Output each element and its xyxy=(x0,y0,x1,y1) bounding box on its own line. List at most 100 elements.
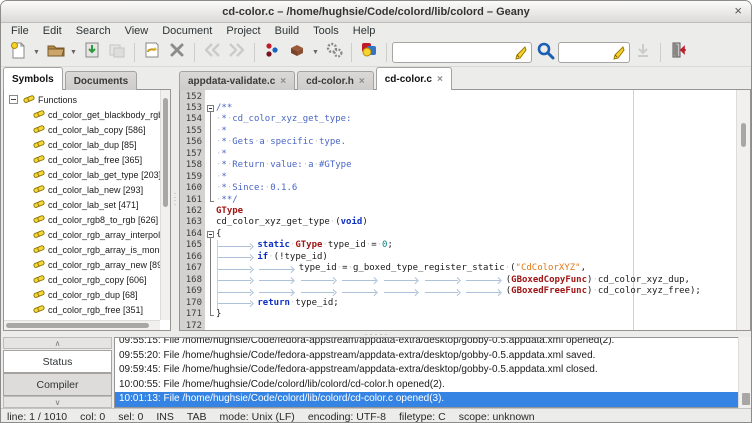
fold-collapse-box[interactable] xyxy=(207,105,214,112)
goto-line-button[interactable] xyxy=(631,41,655,65)
code-line[interactable]: ·*·Gets·a·specific·type. xyxy=(216,137,346,148)
tree-row-symbol[interactable]: cd_color_lab_free [365] xyxy=(4,152,161,167)
message-row[interactable]: 09:55:20: File /home/hughsie/Code/fedora… xyxy=(115,349,738,364)
message-tabs-down-button[interactable]: ∨ xyxy=(3,396,112,408)
fold-marker[interactable] xyxy=(205,103,216,114)
tree-row-symbol[interactable]: cd_color_lab_dup [85] xyxy=(4,137,161,152)
clear-quill-icon[interactable] xyxy=(612,46,626,60)
menu-view[interactable]: View xyxy=(118,23,156,39)
fold-collapse-box[interactable] xyxy=(207,231,214,238)
tree-row-symbol[interactable]: cd_color_lab_get_type [203] xyxy=(4,167,161,182)
code-line[interactable]: static·GType·type_id·=·0; xyxy=(216,240,393,251)
sidebar-hscrollbar-thumb[interactable] xyxy=(6,323,149,328)
nav-back-button[interactable] xyxy=(200,41,224,65)
close-tab-button[interactable] xyxy=(165,41,189,65)
code-line[interactable]: (GBoxedCopyFunc)·cd_color_xyz_dup, xyxy=(216,275,690,286)
symbols-tree[interactable]: Functionscd_color_get_blackbody_rgb [997… xyxy=(4,90,161,320)
code-line[interactable]: cd_color_xyz_get_type·(void) xyxy=(216,217,368,228)
search-input-field[interactable] xyxy=(396,44,512,61)
code-line[interactable]: ·* xyxy=(216,126,227,137)
new-file-dropdown[interactable]: ▼ xyxy=(31,41,42,65)
tree-row-symbol[interactable]: cd_color_lab_new [293] xyxy=(4,182,161,197)
tab-close-icon[interactable]: × xyxy=(280,76,286,87)
code-area[interactable]: /**·*·cd_color_xyz_get_type:·*·*·Gets·a·… xyxy=(216,90,736,330)
tree-row-symbol[interactable]: cd_color_rgb_array_interpolate [9 xyxy=(4,227,161,242)
menu-help[interactable]: Help xyxy=(346,23,383,39)
menu-file[interactable]: File xyxy=(4,23,36,39)
tab-symbols[interactable]: Symbols xyxy=(3,67,63,90)
code-line[interactable]: return·type_id; xyxy=(216,298,339,309)
code-line[interactable]: ·*·cd_color_xyz_get_type: xyxy=(216,114,351,125)
execute-button[interactable] xyxy=(322,41,346,65)
message-row[interactable]: 09:59:45: File /home/hughsie/Code/fedora… xyxy=(115,363,738,378)
clear-quill-icon[interactable] xyxy=(514,46,528,60)
tab-close-icon[interactable]: × xyxy=(437,74,443,85)
menu-edit[interactable]: Edit xyxy=(36,23,69,39)
save-all-button[interactable] xyxy=(105,41,129,65)
save-button[interactable] xyxy=(80,41,104,65)
tree-row-functions[interactable]: Functions xyxy=(4,92,161,107)
menu-search[interactable]: Search xyxy=(69,23,118,39)
sidebar-splitter[interactable]: ···· xyxy=(171,67,179,331)
code-line[interactable]: (GBoxedFreeFunc)·cd_color_xyz_free); xyxy=(216,286,701,297)
revert-button[interactable] xyxy=(140,41,164,65)
tree-row-symbol[interactable]: cd_color_rgb_array_new [896] xyxy=(4,257,161,272)
message-tab-status[interactable]: Status xyxy=(3,350,112,373)
code-line[interactable]: GType xyxy=(216,206,243,217)
code-line[interactable]: /** xyxy=(216,103,232,114)
tree-row-symbol[interactable]: cd_color_rgb_copy [606] xyxy=(4,272,161,287)
menu-tools[interactable]: Tools xyxy=(306,23,346,39)
fold-marker[interactable] xyxy=(205,229,216,240)
nav-forward-button[interactable] xyxy=(225,41,249,65)
expander-icon[interactable] xyxy=(9,95,18,104)
color-chooser-button[interactable] xyxy=(357,41,381,65)
tree-row-symbol[interactable]: cd_color_rgb8_to_rgb [626] xyxy=(4,212,161,227)
goto-line-field[interactable] xyxy=(562,44,610,61)
code-line[interactable]: ·* xyxy=(216,172,227,183)
code-line[interactable]: if·(!type_id) xyxy=(216,252,328,263)
window-close-button[interactable]: × xyxy=(734,3,742,18)
goto-line-input[interactable] xyxy=(558,42,630,63)
message-tab-compiler[interactable]: Compiler xyxy=(3,373,112,396)
tree-row-symbol[interactable]: cd_color_lab_copy [586] xyxy=(4,122,161,137)
search-input[interactable] xyxy=(392,42,532,63)
message-row[interactable]: 09:55:15: File /home/hughsie/Code/fedora… xyxy=(115,337,738,349)
tab-documents[interactable]: Documents xyxy=(65,71,137,90)
open-file-button[interactable] xyxy=(43,41,67,65)
message-vscrollbar-thumb[interactable] xyxy=(742,393,750,405)
tab-cd-color-h[interactable]: cd-color.h× xyxy=(297,71,374,90)
code-line[interactable]: ·**/ xyxy=(216,195,238,206)
tab-appdata-validate-c[interactable]: appdata-validate.c× xyxy=(179,71,295,90)
sidebar-vscrollbar-thumb[interactable] xyxy=(163,98,168,207)
new-file-button[interactable] xyxy=(6,41,30,65)
search-button[interactable] xyxy=(533,41,557,65)
status-message-list[interactable]: 09:55:15: File /home/hughsie/Code/fedora… xyxy=(114,337,738,408)
code-line[interactable]: type_id·=·g_boxed_type_register_static·(… xyxy=(216,263,586,274)
tab-cd-color-c[interactable]: cd-color.c× xyxy=(376,67,452,90)
compile-button[interactable] xyxy=(260,41,284,65)
tab-close-icon[interactable]: × xyxy=(359,76,365,87)
tree-row-symbol[interactable]: cd_color_rgb_array_is_monotonic xyxy=(4,242,161,257)
code-line[interactable]: ·* xyxy=(216,149,227,160)
tree-row-symbol[interactable]: cd_color_get_blackbody_rgb [997] xyxy=(4,107,161,122)
editor[interactable]: 1521531541551561571581591601611621631641… xyxy=(179,89,751,331)
build-button[interactable] xyxy=(285,41,309,65)
code-line[interactable]: ·*·Since:·0.1.6 xyxy=(216,183,297,194)
message-row[interactable]: 10:00:55: File /home/hughsie/Code/colord… xyxy=(115,378,738,393)
message-tabs-up-button[interactable]: ∧ xyxy=(3,337,112,349)
menu-document[interactable]: Document xyxy=(155,23,219,39)
editor-vscrollbar-thumb[interactable] xyxy=(741,123,746,147)
code-line[interactable]: } xyxy=(216,309,221,320)
code-line[interactable]: ·*·Return·value:·a·#GType xyxy=(216,160,352,171)
message-row[interactable]: 10:01:13: File /home/hughsie/Code/colord… xyxy=(115,392,738,407)
open-file-dropdown[interactable]: ▼ xyxy=(68,41,79,65)
tree-row-symbol[interactable]: cd_color_rgb_free [351] xyxy=(4,302,161,317)
menu-project[interactable]: Project xyxy=(219,23,267,39)
build-dropdown[interactable]: ▼ xyxy=(310,41,321,65)
tree-row-symbol[interactable]: cd_color_lab_set [471] xyxy=(4,197,161,212)
tree-row-symbol[interactable]: cd_color_rgb_dup [68] xyxy=(4,287,161,302)
quit-button[interactable] xyxy=(666,41,690,65)
menu-build[interactable]: Build xyxy=(268,23,306,39)
code-line[interactable]: { xyxy=(216,229,221,240)
titlebar[interactable]: cd-color.c – /home/hughsie/Code/colord/l… xyxy=(1,1,751,23)
